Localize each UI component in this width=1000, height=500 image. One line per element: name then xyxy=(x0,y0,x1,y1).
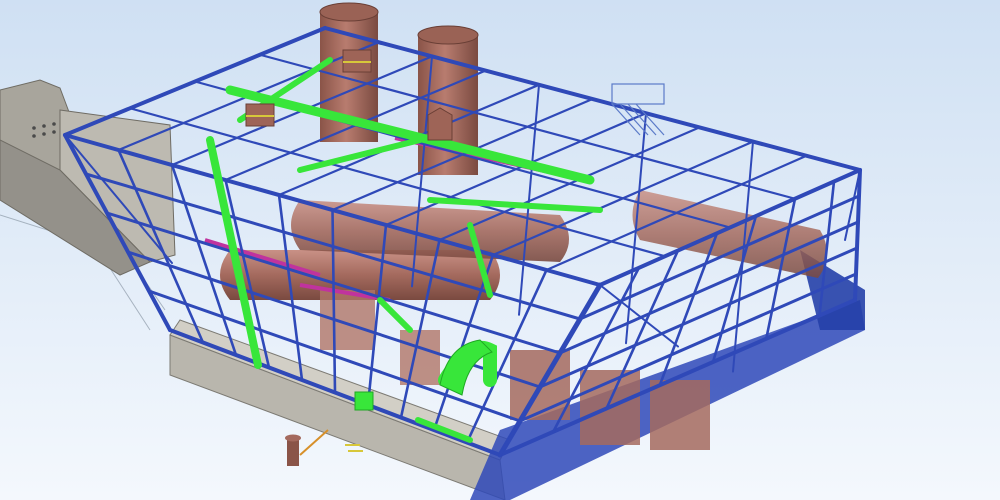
plant-3d-model[interactable] xyxy=(0,0,1000,500)
model-viewport[interactable] xyxy=(0,0,1000,500)
